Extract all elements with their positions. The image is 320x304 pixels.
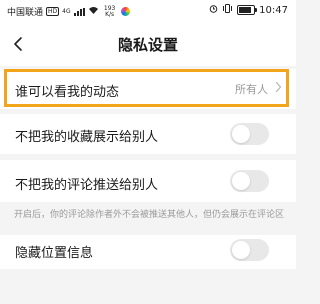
- page-title: 隐私设置: [117, 36, 178, 54]
- status-bar: 中国联通 HD 4G 193 K/s 10:47: [0, 0, 296, 22]
- hide-favorites-toggle[interactable]: [230, 123, 269, 145]
- no-push-comments-toggle[interactable]: [230, 170, 269, 192]
- battery-icon: [237, 5, 258, 15]
- highlight-frame: [4, 69, 289, 107]
- no-push-comments-row: 不把我的评论推送给别人: [0, 160, 296, 202]
- toggle-knob: [232, 125, 250, 143]
- network-speed: 193 K/s: [102, 5, 118, 18]
- app-notification-icon: [120, 7, 130, 16]
- hide-favorites-row: 不把我的收藏展示给别人: [0, 114, 296, 154]
- carrier-name: 中国联通: [7, 8, 44, 18]
- toggle-knob: [232, 241, 250, 259]
- status-bar-right: 10:47: [209, 4, 288, 16]
- hide-location-row: 隐藏位置信息: [0, 235, 296, 269]
- hide-favorites-label: 不把我的收藏展示给别人: [15, 130, 159, 145]
- hd-badge: HD: [46, 7, 60, 16]
- comment-push-note: 开启后，你的评论除作者外不会被推送其他人，但仍会展示在评论区: [14, 210, 285, 220]
- hide-location-label: 隐藏位置信息: [15, 246, 94, 261]
- speed-unit: K/s: [105, 10, 115, 18]
- wifi-icon: [88, 6, 99, 17]
- navigation-bar: 隐私设置: [0, 22, 296, 66]
- signal-icon: [73, 7, 85, 16]
- vibrate-icon: [222, 4, 233, 16]
- network-type: 4G: [62, 8, 71, 15]
- hide-location-toggle[interactable]: [230, 239, 269, 261]
- status-bar-left: 中国联通 HD 4G 193 K/s: [7, 5, 130, 18]
- clock-time: 10:47: [259, 4, 288, 16]
- no-push-comments-label: 不把我的评论推送给别人: [15, 178, 159, 193]
- toggle-knob: [232, 172, 250, 190]
- alarm-icon: [209, 4, 218, 16]
